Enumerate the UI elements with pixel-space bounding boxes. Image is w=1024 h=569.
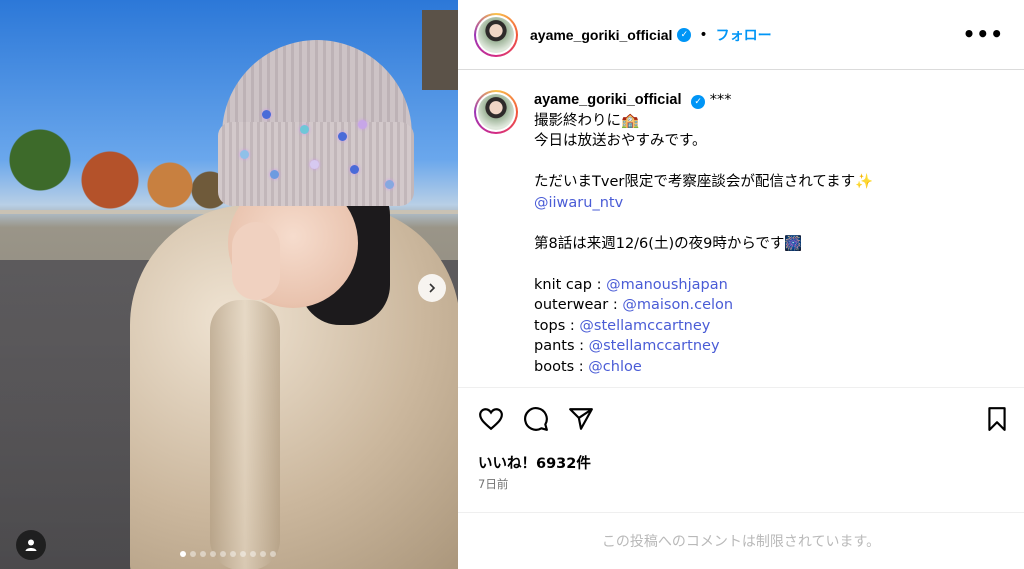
separator-dot: • <box>699 26 708 43</box>
credit-label: boots : <box>534 358 589 375</box>
caption-line: 第8話は来週12/6(土)の夜9時からです🎆 <box>534 235 803 252</box>
credit-label: outerwear : <box>534 297 623 313</box>
caption-line <box>534 152 873 173</box>
gem <box>385 180 394 189</box>
carousel-dot <box>200 551 206 557</box>
gem <box>270 170 279 179</box>
comments-disabled-notice: この投稿へのコメントは制限されています。 <box>458 512 1024 569</box>
coat-fold <box>210 300 280 569</box>
paper-plane-icon[interactable] <box>568 406 594 432</box>
gem <box>262 110 271 119</box>
carousel-dot <box>260 551 266 557</box>
header-username[interactable]: ayame_goriki_official <box>530 27 672 43</box>
credit-mention[interactable]: @chloe <box>588 359 641 375</box>
caption-line: ただいまTver限定で考察座談会が配信されてます✨ <box>534 174 874 190</box>
carousel-dot <box>240 551 246 557</box>
more-options-icon[interactable]: ••• <box>963 22 1004 46</box>
credit-mention[interactable]: @maison.celon <box>622 297 733 313</box>
carousel-dot <box>230 551 236 557</box>
action-bar <box>458 387 1024 447</box>
carousel-dot <box>250 551 256 557</box>
credit-mention[interactable]: @stellamccartney <box>579 318 710 334</box>
carousel-dot <box>220 551 226 557</box>
carousel-dot <box>270 551 276 557</box>
post-header: ayame_goriki_official ✓ • フォロー ••• <box>458 0 1024 70</box>
comment-icon[interactable] <box>523 406 549 432</box>
carousel-dot <box>190 551 196 557</box>
caption-suffix: *** <box>709 92 732 108</box>
heart-icon[interactable] <box>478 406 504 432</box>
gem <box>358 120 367 129</box>
caption-line: 今日は放送おやすみです。 <box>534 133 707 149</box>
like-count[interactable]: いいね！6932件 <box>478 452 591 473</box>
verified-badge-icon: ✓ <box>677 27 692 42</box>
caption-mention[interactable]: @iiwaru_ntv <box>534 193 873 214</box>
caption-line <box>534 213 873 234</box>
verified-badge-icon: ✓ <box>691 95 706 110</box>
gem <box>300 125 309 134</box>
caption: ayame_goriki_official ✓ *** 撮影終わりに🏫 今日は放… <box>474 90 1008 386</box>
credit-mention[interactable]: @stellamccartney <box>589 338 720 354</box>
background-building <box>422 10 458 90</box>
user-tag-icon[interactable] <box>16 530 46 560</box>
bookmark-icon[interactable] <box>984 406 1010 432</box>
carousel-dot <box>180 551 186 557</box>
caption-username[interactable]: ayame_goriki_official <box>534 92 682 108</box>
post-photo[interactable] <box>0 0 458 569</box>
carousel-dot <box>210 551 216 557</box>
background-trees <box>0 100 240 210</box>
post-time: 7日前 <box>478 477 509 491</box>
follow-button[interactable]: フォロー <box>716 25 772 45</box>
caption-avatar[interactable] <box>474 90 518 134</box>
credit-label: knit cap : <box>534 276 607 293</box>
hand <box>232 222 280 300</box>
gem <box>350 165 359 174</box>
credit-label: pants : <box>534 338 589 354</box>
caption-line: 撮影終わりに🏫 <box>534 112 640 129</box>
instagram-post-window: ayame_goriki_official ✓ • フォロー ••• ayame… <box>0 0 1024 569</box>
carousel-dots <box>180 551 276 557</box>
credit-label: tops : <box>534 317 580 334</box>
gem <box>310 160 319 169</box>
post-side-panel: ayame_goriki_official ✓ • フォロー ••• ayame… <box>458 0 1024 569</box>
credit-mention[interactable]: @manoushjapan <box>606 277 728 293</box>
chevron-right-icon[interactable] <box>418 274 446 302</box>
gem <box>338 132 347 141</box>
gem <box>240 150 249 159</box>
caption-body: ayame_goriki_official ✓ *** 撮影終わりに🏫 今日は放… <box>534 90 873 386</box>
avatar[interactable] <box>474 12 518 57</box>
caption-line <box>534 254 873 275</box>
